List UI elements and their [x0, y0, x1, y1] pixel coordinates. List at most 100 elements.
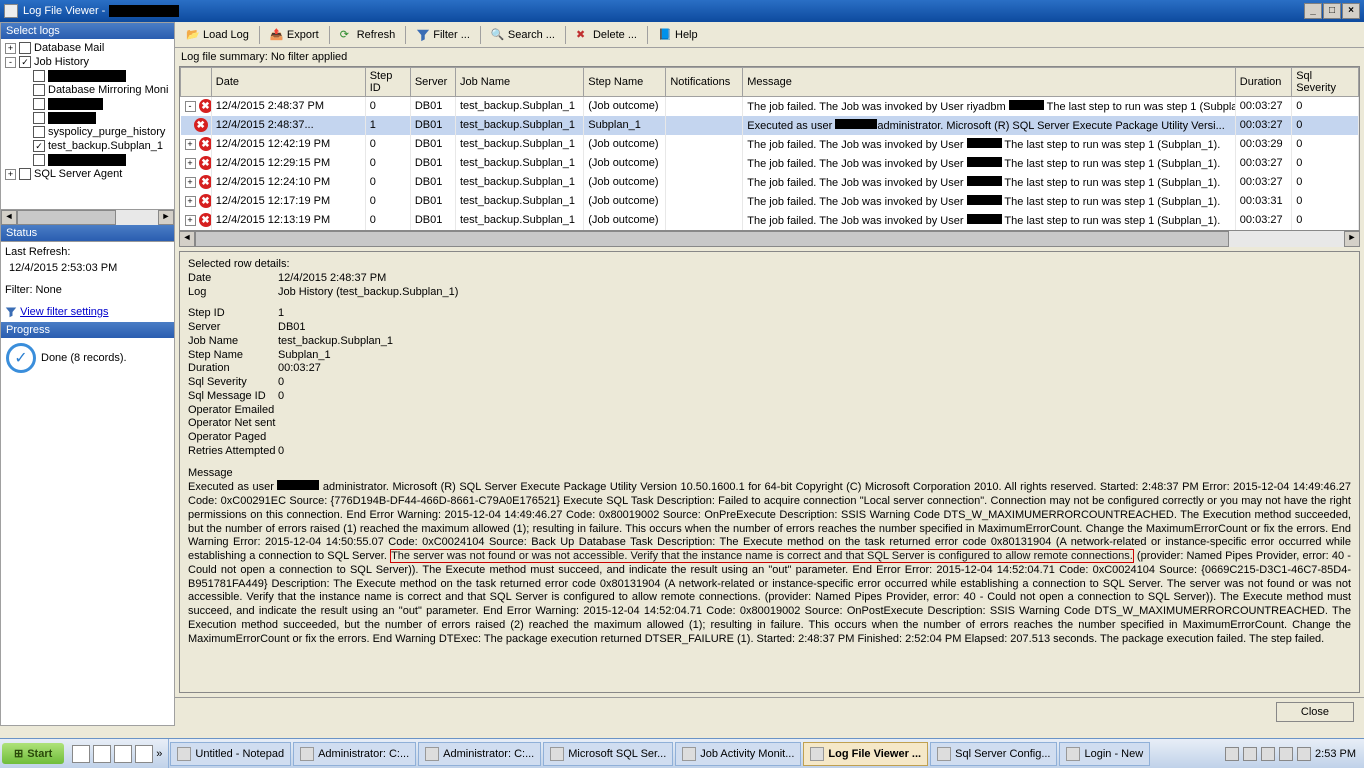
tray-icon[interactable] — [1297, 747, 1311, 761]
expand-toggle[interactable]: - — [185, 101, 196, 112]
checkbox[interactable] — [19, 168, 31, 180]
col-header[interactable]: Sql Severity — [1292, 68, 1359, 97]
log-row[interactable]: +✖12/4/2015 12:29:15 PM0DB01test_backup.… — [181, 154, 1359, 173]
close-button[interactable]: Close — [1276, 702, 1354, 722]
tree-hscroll[interactable]: ◄ ► — [1, 209, 174, 225]
ql-icon[interactable] — [72, 745, 90, 763]
expand-toggle[interactable]: - — [5, 57, 16, 68]
chevron-right-icon[interactable]: » — [156, 748, 162, 760]
checkbox[interactable] — [33, 70, 45, 82]
checkbox[interactable] — [33, 112, 45, 124]
refresh-button[interactable]: ⟳Refresh — [334, 26, 402, 44]
taskbar-button[interactable]: Sql Server Config... — [930, 742, 1057, 766]
tree-item[interactable]: syspolicy_purge_history — [3, 125, 172, 139]
log-row[interactable]: +✖12/4/2015 12:17:19 PM0DB01test_backup.… — [181, 192, 1359, 211]
close-window-button[interactable]: × — [1342, 3, 1360, 19]
grid-hscroll[interactable]: ◄ ► — [179, 231, 1360, 247]
status-header: Status — [1, 225, 174, 241]
checkbox[interactable] — [19, 42, 31, 54]
expand-toggle[interactable]: + — [185, 177, 196, 188]
error-icon: ✖ — [194, 118, 208, 132]
detail-key: Job Name — [188, 335, 278, 349]
tree-item[interactable]: +SQL Server Agent — [3, 167, 172, 181]
log-row[interactable]: +✖12/4/2015 12:42:19 PM0DB01test_backup.… — [181, 135, 1359, 154]
tree-item[interactable] — [3, 111, 172, 125]
redacted — [277, 480, 319, 490]
tray-icon[interactable] — [1243, 747, 1257, 761]
help-button[interactable]: 📘Help — [652, 26, 704, 44]
ql-icon[interactable] — [135, 745, 153, 763]
checkbox[interactable] — [33, 126, 45, 138]
col-header[interactable]: Message — [743, 68, 1236, 97]
expand-toggle[interactable]: + — [185, 215, 196, 226]
tree-item[interactable]: Database Mirroring Moni — [3, 83, 172, 97]
last-refresh-label: Last Refresh: — [5, 246, 170, 258]
col-header[interactable]: Step ID — [365, 68, 410, 97]
scroll-right-icon[interactable]: ► — [158, 210, 174, 225]
col-header[interactable]: Step Name — [584, 68, 666, 97]
checkbox[interactable] — [33, 84, 45, 96]
detail-key: Sql Severity — [188, 376, 278, 390]
app-icon — [4, 4, 18, 18]
checkbox[interactable] — [33, 154, 45, 166]
log-row[interactable]: ✖12/4/2015 2:48:37...1DB01test_backup.Su… — [181, 116, 1359, 135]
col-header[interactable]: Date — [211, 68, 365, 97]
detail-key: Operator Emailed — [188, 404, 278, 418]
tree-item[interactable] — [3, 69, 172, 83]
checkbox[interactable]: ✓ — [19, 56, 31, 68]
scroll-left-icon[interactable]: ◄ — [179, 231, 195, 247]
search-button[interactable]: 🔍Search ... — [485, 26, 561, 44]
taskbar-button[interactable]: Administrator: C:... — [418, 742, 541, 766]
expand-toggle[interactable]: + — [185, 139, 196, 150]
delete-button[interactable]: ✖Delete ... — [570, 26, 643, 44]
redacted — [48, 112, 96, 124]
col-header[interactable]: Notifications — [666, 68, 743, 97]
scroll-right-icon[interactable]: ► — [1344, 231, 1360, 247]
taskbar-button[interactable]: Log File Viewer ... — [803, 742, 928, 766]
taskbar-button[interactable]: Job Activity Monit... — [675, 742, 801, 766]
tray-icon[interactable] — [1279, 747, 1293, 761]
log-row[interactable]: -✖12/4/2015 2:48:37 PM0DB01test_backup.S… — [181, 97, 1359, 116]
checkbox[interactable] — [33, 98, 45, 110]
export-button[interactable]: 📤Export — [264, 26, 325, 44]
detail-value: 1 — [278, 307, 284, 321]
col-header[interactable]: Job Name — [455, 68, 583, 97]
tray-icon[interactable] — [1225, 747, 1239, 761]
taskbar-button[interactable]: Login - New — [1059, 742, 1150, 766]
taskbar-button[interactable]: Untitled - Notepad — [170, 742, 291, 766]
col-header[interactable]: Duration — [1235, 68, 1291, 97]
load-log-button[interactable]: 📂Load Log — [180, 26, 255, 44]
checkbox[interactable]: ✓ — [33, 140, 45, 152]
scroll-left-icon[interactable]: ◄ — [1, 210, 17, 225]
tree-label: Database Mail — [34, 42, 104, 54]
log-tree[interactable]: + Database Mail-✓Job History Database Mirr… — [1, 39, 174, 209]
expand-toggle[interactable]: + — [185, 158, 196, 169]
minimize-button[interactable]: _ — [1304, 3, 1322, 19]
expand-toggle[interactable]: + — [5, 43, 16, 54]
taskbar-button[interactable]: Administrator: C:... — [293, 742, 416, 766]
expand-toggle[interactable]: + — [185, 196, 196, 207]
delete-icon: ✖ — [576, 28, 590, 42]
tree-item[interactable]: + Database Mail — [3, 41, 172, 55]
log-row[interactable]: +✖12/4/2015 12:24:10 PM0DB01test_backup.… — [181, 173, 1359, 192]
detail-key: Retries Attempted — [188, 445, 278, 459]
col-header[interactable]: Server — [410, 68, 455, 97]
start-button[interactable]: ⊞Start — [2, 743, 64, 764]
detail-value: 12/4/2015 2:48:37 PM — [278, 272, 386, 286]
tree-item[interactable]: -✓Job History — [3, 55, 172, 69]
ql-icon[interactable] — [114, 745, 132, 763]
maximize-button[interactable]: □ — [1323, 3, 1341, 19]
tray-icon[interactable] — [1261, 747, 1275, 761]
detail-value: 0 — [278, 376, 284, 390]
ql-icon[interactable] — [93, 745, 111, 763]
tree-item[interactable] — [3, 97, 172, 111]
filter-button[interactable]: Filter ... — [410, 26, 476, 44]
expand-toggle[interactable]: + — [5, 169, 16, 180]
detail-key: Server — [188, 321, 278, 335]
view-filter-link[interactable]: View filter settings — [20, 306, 108, 318]
tree-item[interactable] — [3, 153, 172, 167]
log-grid[interactable]: DateStep IDServerJob NameStep NameNotifi… — [179, 66, 1360, 231]
taskbar-button[interactable]: Microsoft SQL Ser... — [543, 742, 673, 766]
log-row[interactable]: +✖12/4/2015 12:13:19 PM0DB01test_backup.… — [181, 211, 1359, 230]
tree-item[interactable]: ✓test_backup.Subplan_1 — [3, 139, 172, 153]
